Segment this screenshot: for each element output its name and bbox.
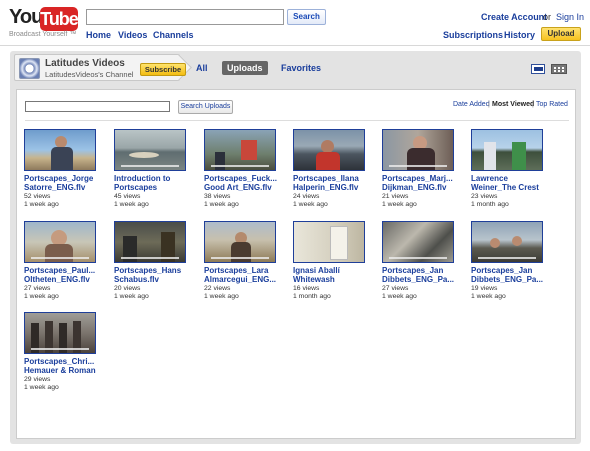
top-header: You Tube Broadcast Yourself ™ Search Hom… — [0, 0, 590, 46]
video-views: 23 views — [471, 193, 498, 200]
video-date: 1 week ago — [24, 384, 59, 391]
site-search-button[interactable]: Search — [287, 9, 326, 25]
history-link[interactable]: History — [504, 30, 535, 40]
uploads-search-input[interactable] — [25, 101, 170, 112]
video-views: 19 views — [471, 285, 498, 292]
video-title[interactable]: Portscapes_Hans Schabus.flv — [114, 266, 189, 285]
search-uploads-button[interactable]: Search Uploads — [178, 100, 233, 114]
video-thumbnail[interactable] — [471, 221, 543, 263]
video-date: 1 week ago — [24, 201, 59, 208]
video-thumbnail[interactable] — [24, 221, 96, 263]
video-title[interactable]: Portscapes_Marj... Dijkman_ENG.flv — [382, 174, 457, 193]
video-views: 21 views — [382, 193, 409, 200]
channel-bar: Latitudes Videos LatitudesVideos's Chann… — [10, 51, 581, 85]
page: You Tube Broadcast Yourself ™ Search Hom… — [0, 0, 590, 451]
channel-area: Latitudes Videos LatitudesVideos's Chann… — [10, 51, 581, 444]
video-date: 1 week ago — [293, 201, 328, 208]
channel-subtitle: LatitudesVideos's Channel — [45, 70, 134, 79]
logo-tube: Tube — [40, 7, 79, 31]
subscriptions-link[interactable]: Subscriptions — [443, 30, 503, 40]
video-title[interactable]: Lawrence Weiner_The Crest — [471, 174, 546, 193]
nav-channels[interactable]: Channels — [153, 30, 194, 40]
video-title[interactable]: Portscapes_Ilana Halperin_ENG.flv — [293, 174, 368, 193]
nav-videos[interactable]: Videos — [118, 30, 147, 40]
tab-all[interactable]: All — [196, 63, 208, 73]
sort-separator: | — [488, 101, 490, 108]
or-text: or — [543, 12, 552, 22]
video-views: 29 views — [24, 376, 51, 383]
grid-view-icon[interactable] — [551, 64, 567, 74]
logo-you: You — [9, 6, 43, 28]
video-thumbnail[interactable] — [204, 129, 276, 171]
video-views: 45 views — [114, 193, 141, 200]
video-date: 1 month ago — [293, 293, 331, 300]
video-thumbnail[interactable] — [204, 221, 276, 263]
sign-in-link[interactable]: Sign In — [556, 12, 584, 22]
video-thumbnail[interactable] — [114, 221, 186, 263]
video-title[interactable]: Portscapes_Jan Dibbets_ENG_Pa... — [471, 266, 546, 285]
video-thumbnail[interactable] — [382, 129, 454, 171]
video-date: 1 week ago — [471, 293, 506, 300]
divider — [25, 120, 569, 121]
subscribe-button[interactable]: Subscribe — [140, 63, 186, 76]
video-thumbnail[interactable] — [471, 129, 543, 171]
video-thumbnail[interactable] — [293, 221, 365, 263]
video-views: 16 views — [293, 285, 320, 292]
sort-top-rated[interactable]: Top Rated — [536, 101, 568, 108]
video-views: 24 views — [293, 193, 320, 200]
video-thumbnail[interactable] — [293, 129, 365, 171]
video-views: 22 views — [204, 285, 231, 292]
video-title[interactable]: Portscapes_Lara Almarcegui_ENG... — [204, 266, 279, 285]
video-views: 52 views — [24, 193, 51, 200]
video-title[interactable]: Portscapes_Jorge Satorre_ENG.flv — [24, 174, 99, 193]
video-title[interactable]: Introduction to Portscapes — [114, 174, 189, 193]
sort-most-viewed[interactable]: Most Viewed — [492, 101, 534, 108]
create-account-link[interactable]: Create Account — [481, 12, 547, 22]
video-title[interactable]: Portscapes_Fuck... Good Art_ENG.flv — [204, 174, 279, 193]
video-thumbnail[interactable] — [24, 312, 96, 354]
video-thumbnail[interactable] — [382, 221, 454, 263]
video-views: 27 views — [382, 285, 409, 292]
video-views: 20 views — [114, 285, 141, 292]
video-thumbnail[interactable] — [114, 129, 186, 171]
channel-info: Latitudes Videos LatitudesVideos's Chann… — [14, 54, 186, 81]
uploads-panel: Search Uploads Date Added | Most Viewed … — [16, 89, 576, 439]
video-date: 1 week ago — [204, 293, 239, 300]
sort-separator: | — [532, 101, 534, 108]
video-date: 1 week ago — [114, 201, 149, 208]
youtube-logo[interactable]: You Tube — [9, 6, 79, 34]
video-views: 27 views — [24, 285, 51, 292]
video-title[interactable]: Portscapes_Chri... Hemauer & Roman — [24, 357, 99, 376]
video-date: 1 week ago — [24, 293, 59, 300]
video-title[interactable]: Ignasi Aballí Whitewash — [293, 266, 368, 285]
video-views: 38 views — [204, 193, 231, 200]
video-date: 1 week ago — [114, 293, 149, 300]
sort-date-added[interactable]: Date Added — [453, 101, 490, 108]
upload-button[interactable]: Upload — [541, 27, 581, 41]
video-title[interactable]: Portscapes_Paul... Oltheten_ENG.flv — [24, 266, 99, 285]
video-date: 1 week ago — [204, 201, 239, 208]
channel-name[interactable]: Latitudes Videos — [45, 58, 125, 69]
site-search-input[interactable] — [86, 9, 284, 25]
video-date: 1 week ago — [382, 293, 417, 300]
video-date: 1 week ago — [382, 201, 417, 208]
nav-home[interactable]: Home — [86, 30, 111, 40]
channel-avatar[interactable] — [19, 58, 40, 79]
tab-uploads[interactable]: Uploads — [222, 61, 268, 75]
video-title[interactable]: Portscapes_Jan Dibbets_ENG_Pa... — [382, 266, 457, 285]
video-date: 1 month ago — [471, 201, 509, 208]
player-view-icon[interactable] — [531, 64, 545, 74]
tab-favorites[interactable]: Favorites — [281, 63, 321, 73]
tagline: Broadcast Yourself ™ — [9, 31, 77, 38]
video-thumbnail[interactable] — [24, 129, 96, 171]
